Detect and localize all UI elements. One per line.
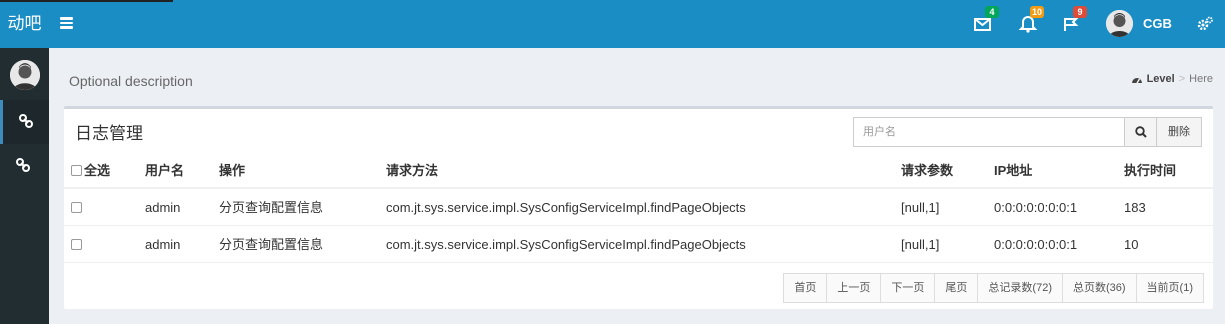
- select-all-checkbox[interactable]: [71, 165, 82, 176]
- avatar: [1106, 10, 1133, 37]
- total-records-label: 总记录数(72): [977, 273, 1063, 303]
- notifications-button[interactable]: 10: [1018, 6, 1045, 34]
- cell-username: admin: [145, 237, 181, 252]
- header-time: 执行时间: [1124, 163, 1177, 178]
- cell-params: [null,1]: [901, 200, 940, 215]
- top-navbar: 动吧 4 10 9 CGB: [0, 0, 1225, 48]
- header-username: 用户名: [145, 163, 185, 178]
- first-page-button[interactable]: 首页: [783, 273, 828, 303]
- sidebar-item-link-1[interactable]: [0, 100, 49, 144]
- page-description: Optional description: [69, 73, 193, 89]
- breadcrumb-here: Here: [1189, 73, 1213, 85]
- cell-params: [null,1]: [901, 237, 940, 252]
- total-pages-label: 总页数(36): [1061, 273, 1137, 303]
- cell-method: com.jt.sys.service.impl.SysConfigService…: [386, 237, 746, 252]
- log-management-box: 日志管理 删除 全选 用户名 操作 请求方法 请求参数 IP地址 执行时间 ad…: [64, 106, 1213, 309]
- sidebar-toggle-icon[interactable]: [60, 16, 74, 30]
- cogs-icon[interactable]: [1196, 15, 1214, 33]
- log-table: 全选 用户名 操作 请求方法 请求参数 IP地址 执行时间 admin 分页查询…: [64, 153, 1213, 263]
- next-page-button[interactable]: 下一页: [880, 273, 936, 303]
- search-input[interactable]: [853, 117, 1125, 147]
- current-page-label: 当前页(1): [1135, 273, 1204, 303]
- sidebar-item-link-2[interactable]: [0, 144, 49, 188]
- search-button[interactable]: [1124, 117, 1157, 147]
- tasks-button[interactable]: 9: [1061, 6, 1087, 34]
- cell-method: com.jt.sys.service.impl.SysConfigService…: [386, 200, 746, 215]
- pagination: 首页 上一页 下一页 尾页 总记录数(72) 总页数(36) 当前页(1): [783, 273, 1204, 303]
- prev-page-button[interactable]: 上一页: [826, 273, 882, 303]
- cell-ip: 0:0:0:0:0:0:0:1: [994, 200, 1078, 215]
- sidebar-avatar: [10, 60, 40, 90]
- cell-username: admin: [145, 200, 181, 215]
- header-method: 请求方法: [386, 163, 439, 178]
- cell-ip: 0:0:0:0:0:0:0:1: [994, 237, 1078, 252]
- cell-time: 183: [1124, 200, 1146, 215]
- link-icon: [16, 158, 30, 172]
- table-row: admin 分页查询配置信息 com.jt.sys.service.impl.S…: [64, 226, 1213, 263]
- cell-operation: 分页查询配置信息: [219, 200, 324, 215]
- breadcrumb: Level > Here: [1131, 73, 1213, 85]
- user-name: CGB: [1143, 16, 1172, 31]
- row-checkbox[interactable]: [71, 239, 82, 250]
- messages-button[interactable]: 4: [973, 6, 999, 34]
- search-icon: [1135, 126, 1147, 138]
- table-row: admin 分页查询配置信息 com.jt.sys.service.impl.S…: [64, 189, 1213, 226]
- app-logo[interactable]: 动吧: [0, 0, 49, 48]
- messages-badge: 4: [985, 6, 999, 18]
- dashboard-icon: [1131, 78, 1142, 84]
- breadcrumb-separator: >: [1178, 73, 1186, 85]
- breadcrumb-level[interactable]: Level: [1147, 73, 1175, 85]
- cell-time: 10: [1124, 237, 1139, 252]
- cell-operation: 分页查询配置信息: [219, 237, 324, 252]
- header-select-all: 全选: [84, 163, 111, 178]
- link-icon: [19, 114, 33, 128]
- row-checkbox[interactable]: [71, 202, 82, 213]
- header-operation: 操作: [219, 163, 246, 178]
- delete-button[interactable]: 删除: [1156, 117, 1202, 147]
- notifications-badge: 10: [1030, 6, 1045, 18]
- header-params: 请求参数: [901, 163, 954, 178]
- table-header: 全选 用户名 操作 请求方法 请求参数 IP地址 执行时间: [64, 153, 1213, 189]
- last-page-button[interactable]: 尾页: [934, 273, 979, 303]
- tasks-badge: 9: [1073, 6, 1087, 18]
- header-ip: IP地址: [994, 163, 1033, 178]
- sidebar: [0, 48, 49, 324]
- box-title: 日志管理: [75, 124, 143, 143]
